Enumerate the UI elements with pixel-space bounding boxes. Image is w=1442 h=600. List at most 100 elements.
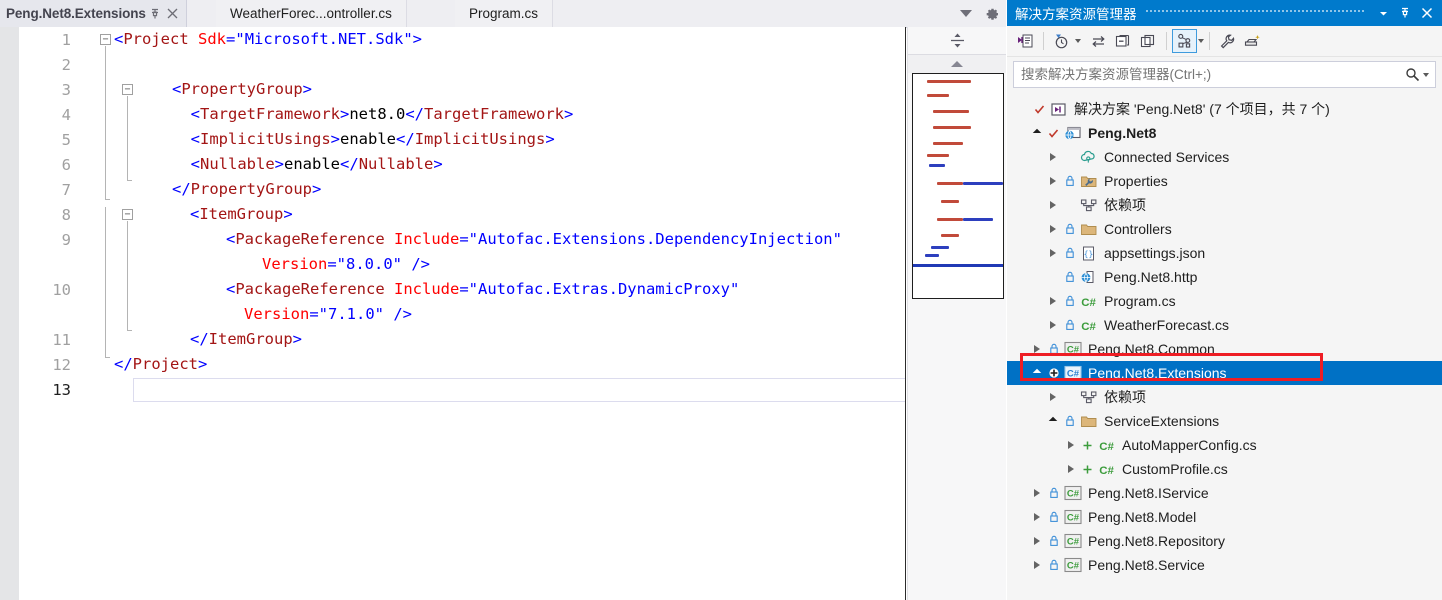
tree-item-peng-net8-repository[interactable]: C# Peng.Net8.Repository xyxy=(1007,529,1442,553)
line-number: 2 xyxy=(61,56,71,74)
tree-item-program-cs[interactable]: C# Program.cs xyxy=(1007,289,1442,313)
code-line-10-continuation: Version="7.1.0" /> xyxy=(244,305,413,323)
expander-expand-icon[interactable] xyxy=(1045,153,1061,161)
tree-item-serviceextensions[interactable]: ServiceExtensions xyxy=(1007,409,1442,433)
tree-item-label: Peng.Net8.Common xyxy=(1088,341,1215,357)
expander-expand-icon[interactable] xyxy=(1045,321,1061,329)
fold-toggle-propertygroup[interactable]: − xyxy=(122,84,133,95)
code-line-3: <PropertyGroup> xyxy=(172,80,313,98)
tree-item-customprofile-cs[interactable]: C# CustomProfile.cs xyxy=(1007,457,1442,481)
titlebar-drag-handle[interactable] xyxy=(1144,7,1364,19)
gear-icon[interactable] xyxy=(984,6,1000,22)
fold-toggle-itemgroup[interactable]: − xyxy=(122,209,133,220)
tree-item-peng-net8-http[interactable]: Peng.Net8.http xyxy=(1007,265,1442,289)
chevron-down-icon[interactable] xyxy=(960,10,972,17)
search-input[interactable] xyxy=(1014,67,1402,82)
scroll-up-icon[interactable] xyxy=(908,55,1006,73)
fold-guide xyxy=(105,207,106,357)
expander-collapse-icon[interactable] xyxy=(1029,128,1045,138)
code-line-7: </PropertyGroup> xyxy=(172,180,322,198)
tree-item-peng-net8-common[interactable]: C# Peng.Net8.Common xyxy=(1007,337,1442,361)
solution-explorer-search[interactable] xyxy=(1013,61,1436,88)
expander-expand-icon[interactable] xyxy=(1045,201,1061,209)
pin-icon[interactable] xyxy=(146,4,164,23)
tab-program-cs[interactable]: Program.cs xyxy=(455,0,554,27)
show-all-files-icon[interactable] xyxy=(1136,29,1161,53)
folder-icon xyxy=(1078,413,1099,430)
expander-expand-icon[interactable] xyxy=(1045,225,1061,233)
solution-view-icon[interactable] xyxy=(1172,29,1197,53)
tree-item-peng-net8-model[interactable]: C# Peng.Net8.Model xyxy=(1007,505,1442,529)
tree-item-connected-services[interactable]: Connected Services xyxy=(1007,145,1442,169)
chevron-down-icon[interactable] xyxy=(1372,2,1394,24)
solution-view-caret-icon[interactable] xyxy=(1198,39,1204,43)
search-options-caret-icon[interactable] xyxy=(1423,72,1429,77)
sync-document-icon[interactable] xyxy=(1013,29,1038,53)
tab-peng-net8-extensions[interactable]: Peng.Net8.Extensions xyxy=(0,0,187,27)
line-number: 11 xyxy=(52,331,71,349)
svg-text:C#: C# xyxy=(1066,489,1079,500)
expander-collapse-icon[interactable] xyxy=(1029,368,1045,378)
expander-expand-icon[interactable] xyxy=(1045,393,1061,401)
fold-guide-end xyxy=(127,180,132,181)
tree-item-controllers[interactable]: Controllers xyxy=(1007,217,1442,241)
tree-item-peng-net8-iservice[interactable]: C# Peng.Net8.IService xyxy=(1007,481,1442,505)
csharp-file-icon: C# xyxy=(1078,294,1099,309)
fold-toggle-project[interactable]: − xyxy=(100,34,111,45)
code-text-area[interactable]: 1 2 3 4 5 6 7 8 9 10 11 12 13 − − − <Pro… xyxy=(19,27,905,600)
tree-item-peng-net8-service[interactable]: C# Peng.Net8.Service xyxy=(1007,553,1442,577)
expander-expand-icon[interactable] xyxy=(1029,537,1045,545)
code-editor[interactable]: 1 2 3 4 5 6 7 8 9 10 11 12 13 − − − <Pro… xyxy=(0,27,906,600)
tree-item-appsettings-json[interactable]: {} appsettings.json xyxy=(1007,241,1442,265)
fold-guide-end xyxy=(105,357,110,358)
tree-item-automapperconfig-cs[interactable]: C# AutoMapperConfig.cs xyxy=(1007,433,1442,457)
pin-icon[interactable] xyxy=(1394,2,1416,24)
tree-item-peng-net8[interactable]: Peng.Net8 xyxy=(1007,121,1442,145)
tree-item-extensions-dependencies[interactable]: 依赖项 xyxy=(1007,385,1442,409)
expander-expand-icon[interactable] xyxy=(1029,489,1045,497)
expander-collapse-icon[interactable] xyxy=(1045,416,1061,426)
splitter-icon[interactable] xyxy=(908,27,1006,55)
expander-expand-icon[interactable] xyxy=(1029,345,1045,353)
tab-weatherforecastcontroller-cs[interactable]: WeatherForec...ontroller.cs xyxy=(216,0,407,27)
close-icon[interactable] xyxy=(164,4,182,23)
tree-item-label: WeatherForecast.cs xyxy=(1104,317,1230,333)
tree-item-label: Peng.Net8.Service xyxy=(1088,557,1205,573)
tree-item-dependencies[interactable]: 依赖项 xyxy=(1007,193,1442,217)
json-file-icon: {} xyxy=(1078,245,1099,262)
expander-expand-icon[interactable] xyxy=(1063,441,1079,449)
editor-pane: Peng.Net8.Extensions WeatherForec...ontr… xyxy=(0,0,1006,600)
code-line-9: <PackageReference Include="Autofac.Exten… xyxy=(226,230,842,248)
refresh-arrows-icon[interactable] xyxy=(1086,29,1111,53)
expander-expand-icon[interactable] xyxy=(1029,513,1045,521)
expander-expand-icon[interactable] xyxy=(1045,249,1061,257)
preview-icon[interactable] xyxy=(1240,29,1265,53)
properties-folder-icon xyxy=(1078,173,1099,190)
tree-item-solution[interactable]: 解决方案 'Peng.Net8' (7 个项目，共 7 个) xyxy=(1007,97,1442,121)
expander-expand-icon[interactable] xyxy=(1063,465,1079,473)
close-icon[interactable] xyxy=(1416,2,1438,24)
clock-filter-caret-icon[interactable] xyxy=(1075,39,1081,43)
clock-filter-icon[interactable] xyxy=(1049,29,1074,53)
tab-label: Program.cs xyxy=(469,6,539,21)
solution-icon xyxy=(1048,101,1069,118)
code-minimap[interactable] xyxy=(912,73,1004,299)
expander-expand-icon[interactable] xyxy=(1045,177,1061,185)
magnifier-icon[interactable] xyxy=(1402,67,1422,82)
editor-vertical-scrollbar[interactable] xyxy=(907,27,1006,600)
lock-icon xyxy=(1061,319,1078,331)
expander-expand-icon[interactable] xyxy=(1045,297,1061,305)
wrench-icon[interactable] xyxy=(1215,29,1240,53)
line-number: 3 xyxy=(61,81,71,99)
tree-item-peng-net8-extensions[interactable]: C# Peng.Net8.Extensions xyxy=(1007,361,1442,385)
tree-item-weatherforecast-cs[interactable]: C# WeatherForecast.cs xyxy=(1007,313,1442,337)
svg-text:C#: C# xyxy=(1066,537,1079,548)
solution-tree[interactable]: 解决方案 'Peng.Net8' (7 个项目，共 7 个) Peng.Net8… xyxy=(1007,94,1442,600)
tree-item-label: Properties xyxy=(1104,173,1168,189)
checkmark-icon xyxy=(1045,128,1062,139)
tree-item-label: 依赖项 xyxy=(1104,389,1146,405)
collapse-all-icon[interactable] xyxy=(1111,29,1136,53)
tree-item-properties[interactable]: Properties xyxy=(1007,169,1442,193)
expander-expand-icon[interactable] xyxy=(1029,561,1045,569)
tree-item-label: Peng.Net8.IService xyxy=(1088,485,1209,501)
